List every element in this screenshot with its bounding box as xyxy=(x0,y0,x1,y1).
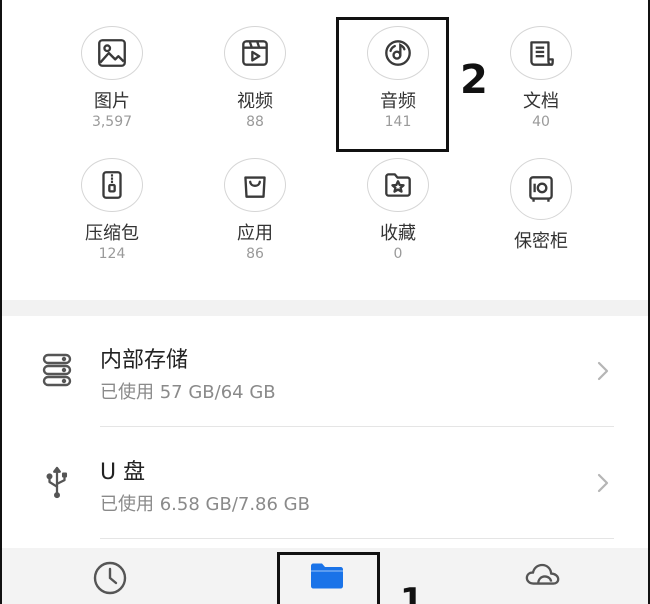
category-count: 86 xyxy=(246,246,264,262)
clock-icon xyxy=(93,561,127,595)
category-label: 收藏 xyxy=(380,223,416,244)
category-images[interactable]: 图片 3,597 xyxy=(42,0,182,130)
storage-item-internal[interactable]: 内部存储 已使用 57 GB/64 GB xyxy=(2,316,648,426)
list-divider xyxy=(100,538,614,539)
category-grid: 图片 3,597 视频 88 音频 141 文档 40 压缩包 124 应用 8… xyxy=(2,0,648,300)
document-icon xyxy=(510,26,572,80)
nav-cloud[interactable] xyxy=(523,560,563,600)
storage-stack-icon xyxy=(40,350,74,390)
storage-item-usb[interactable]: U 盘 已使用 6.58 GB/7.86 GB xyxy=(2,428,648,538)
cloud-icon xyxy=(525,563,560,585)
video-icon xyxy=(224,26,286,80)
category-label: 文档 xyxy=(523,91,559,112)
storage-list: 内部存储 已使用 57 GB/64 GB U 盘 已使用 6.58 GB/7.8… xyxy=(2,316,648,548)
category-count: 3,597 xyxy=(91,114,133,130)
category-label: 视频 xyxy=(237,91,273,112)
category-apps[interactable]: 应用 86 xyxy=(185,132,325,262)
category-documents[interactable]: 文档 40 xyxy=(471,0,611,130)
category-archives[interactable]: 压缩包 124 xyxy=(42,132,182,262)
storage-title: 内部存储 xyxy=(100,348,189,373)
zip-icon xyxy=(81,158,143,212)
storage-usage: 已使用 57 GB/64 GB xyxy=(100,382,276,403)
annotation-box-2 xyxy=(336,17,449,152)
category-count: 40 xyxy=(532,114,550,130)
chevron-right-icon xyxy=(597,473,609,493)
star-folder-icon xyxy=(367,158,429,212)
file-manager-screen: 图片 3,597 视频 88 音频 141 文档 40 压缩包 124 应用 8… xyxy=(0,0,650,604)
category-label: 保密柜 xyxy=(514,231,568,252)
shopping-bag-icon xyxy=(224,158,286,212)
safe-icon xyxy=(510,158,572,220)
annotation-box-1 xyxy=(277,552,380,604)
section-divider xyxy=(2,300,648,316)
nav-recent[interactable] xyxy=(90,560,130,600)
storage-usage: 已使用 6.58 GB/7.86 GB xyxy=(100,494,310,515)
list-divider xyxy=(100,426,614,427)
category-videos[interactable]: 视频 88 xyxy=(185,0,325,130)
image-icon xyxy=(81,26,143,80)
annotation-number-1: 1 xyxy=(400,581,424,604)
chevron-right-icon xyxy=(597,361,609,381)
storage-title: U 盘 xyxy=(100,460,146,485)
category-count: 124 xyxy=(98,246,126,262)
category-label: 应用 xyxy=(237,223,273,244)
category-safe[interactable]: 保密柜 xyxy=(471,132,611,262)
annotation-number-2: 2 xyxy=(460,57,488,103)
usb-icon xyxy=(40,462,74,502)
category-count: 88 xyxy=(246,114,264,130)
category-label: 图片 xyxy=(94,91,130,112)
category-count: 0 xyxy=(393,246,403,262)
category-label: 压缩包 xyxy=(85,223,139,244)
bottom-nav: 1 xyxy=(2,548,648,604)
